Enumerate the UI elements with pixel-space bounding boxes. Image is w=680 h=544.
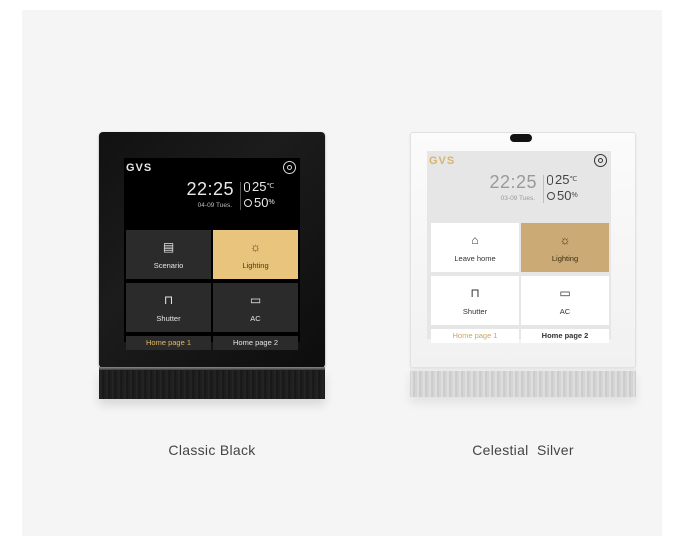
clock-time: 22:25 <box>186 179 234 199</box>
humidity-value: 50 <box>557 188 572 203</box>
tile-label: AC <box>559 307 571 316</box>
temperature-unit: ℃ <box>266 183 275 190</box>
tab-home-page-1[interactable]: Home page 1 <box>431 329 519 343</box>
header-divider <box>543 175 544 203</box>
humidity-unit: % <box>268 199 275 206</box>
tile-scenario[interactable]: ▤ Scenario <box>126 230 211 279</box>
gvs-logo: GVS <box>126 162 153 174</box>
humidity-icon <box>244 199 252 207</box>
tile-label: Lighting <box>551 254 579 263</box>
tile-shutter[interactable]: ⊓ Shutter <box>126 283 211 332</box>
black-panel-device: GVS 22:25 04-09 Tues. 25℃ 50% ▤ Scenario… <box>99 132 325 368</box>
tab-home-page-2[interactable]: Home page 2 <box>213 336 298 350</box>
caption-classic-black: Classic Black <box>168 442 256 458</box>
humidity-unit: % <box>571 192 578 199</box>
camera-sensor <box>510 134 532 142</box>
ac-icon: ▭ <box>559 286 571 300</box>
page-tabs: Home page 1 Home page 2 <box>124 336 300 350</box>
temperature-value: 25 <box>555 172 570 187</box>
tile-leave-home[interactable]: ⌂ Leave home <box>431 223 519 272</box>
humidity-readout: 50% <box>244 196 275 210</box>
caption-celestial-silver: Celestial Silver <box>472 442 574 458</box>
tile-ac[interactable]: ▭ AC <box>213 283 298 332</box>
thermometer-icon <box>547 175 553 185</box>
tile-label: AC <box>250 314 261 323</box>
temperature-readout: 25℃ <box>547 173 577 187</box>
page-tabs: Home page 1 Home page 2 <box>427 329 611 343</box>
tile-ac[interactable]: ▭ AC <box>521 276 609 325</box>
leave-home-icon: ⌂ <box>471 233 479 247</box>
settings-icon[interactable] <box>594 154 607 167</box>
clock-date: 04-09 Tues. <box>197 202 232 209</box>
light-bulb-icon: ☼ <box>559 233 571 247</box>
humidity-icon <box>547 192 555 200</box>
tile-lighting[interactable]: ☼ Lighting <box>521 223 609 272</box>
status-header: GVS 22:25 04-09 Tues. 25℃ 50% <box>124 158 300 230</box>
clock-time: 22:25 <box>489 172 537 192</box>
temperature-value: 25 <box>252 179 267 194</box>
black-panel-base <box>99 369 325 399</box>
settings-icon[interactable] <box>283 161 296 174</box>
light-bulb-icon: ☼ <box>250 240 261 254</box>
tile-label: Leave home <box>454 254 496 263</box>
tile-label: Scenario <box>153 261 184 270</box>
black-panel-base-edge <box>99 367 325 370</box>
silver-panel-device: GVS 22:25 03-09 Tues. 25℃ 50% ⌂ Leave ho… <box>410 132 636 368</box>
black-panel-screen: GVS 22:25 04-09 Tues. 25℃ 50% ▤ Scenario… <box>124 158 300 350</box>
tab-home-page-2[interactable]: Home page 2 <box>521 329 609 343</box>
temperature-unit: ℃ <box>569 176 578 183</box>
silver-panel-screen: GVS 22:25 03-09 Tues. 25℃ 50% ⌂ Leave ho… <box>427 151 611 343</box>
gvs-logo: GVS <box>429 155 456 167</box>
tab-home-page-1[interactable]: Home page 1 <box>126 336 211 350</box>
tile-lighting[interactable]: ☼ Lighting <box>213 230 298 279</box>
ac-icon: ▭ <box>249 293 262 307</box>
tile-shutter[interactable]: ⊓ Shutter <box>431 276 519 325</box>
shutter-icon: ⊓ <box>470 286 480 300</box>
tile-label: Lighting <box>242 261 269 270</box>
humidity-value: 50 <box>254 195 269 210</box>
status-header: GVS 22:25 03-09 Tues. 25℃ 50% <box>427 151 611 223</box>
tile-label: Shutter <box>156 314 181 323</box>
thermometer-icon <box>244 182 250 192</box>
tile-label: Shutter <box>462 307 488 316</box>
scenario-icon: ▤ <box>162 240 175 254</box>
temperature-readout: 25℃ <box>244 180 274 194</box>
shutter-icon: ⊓ <box>163 293 174 307</box>
humidity-readout: 50% <box>547 189 578 203</box>
silver-panel-base <box>410 369 636 397</box>
header-divider <box>240 182 241 210</box>
clock-date: 03-09 Tues. <box>500 195 535 202</box>
